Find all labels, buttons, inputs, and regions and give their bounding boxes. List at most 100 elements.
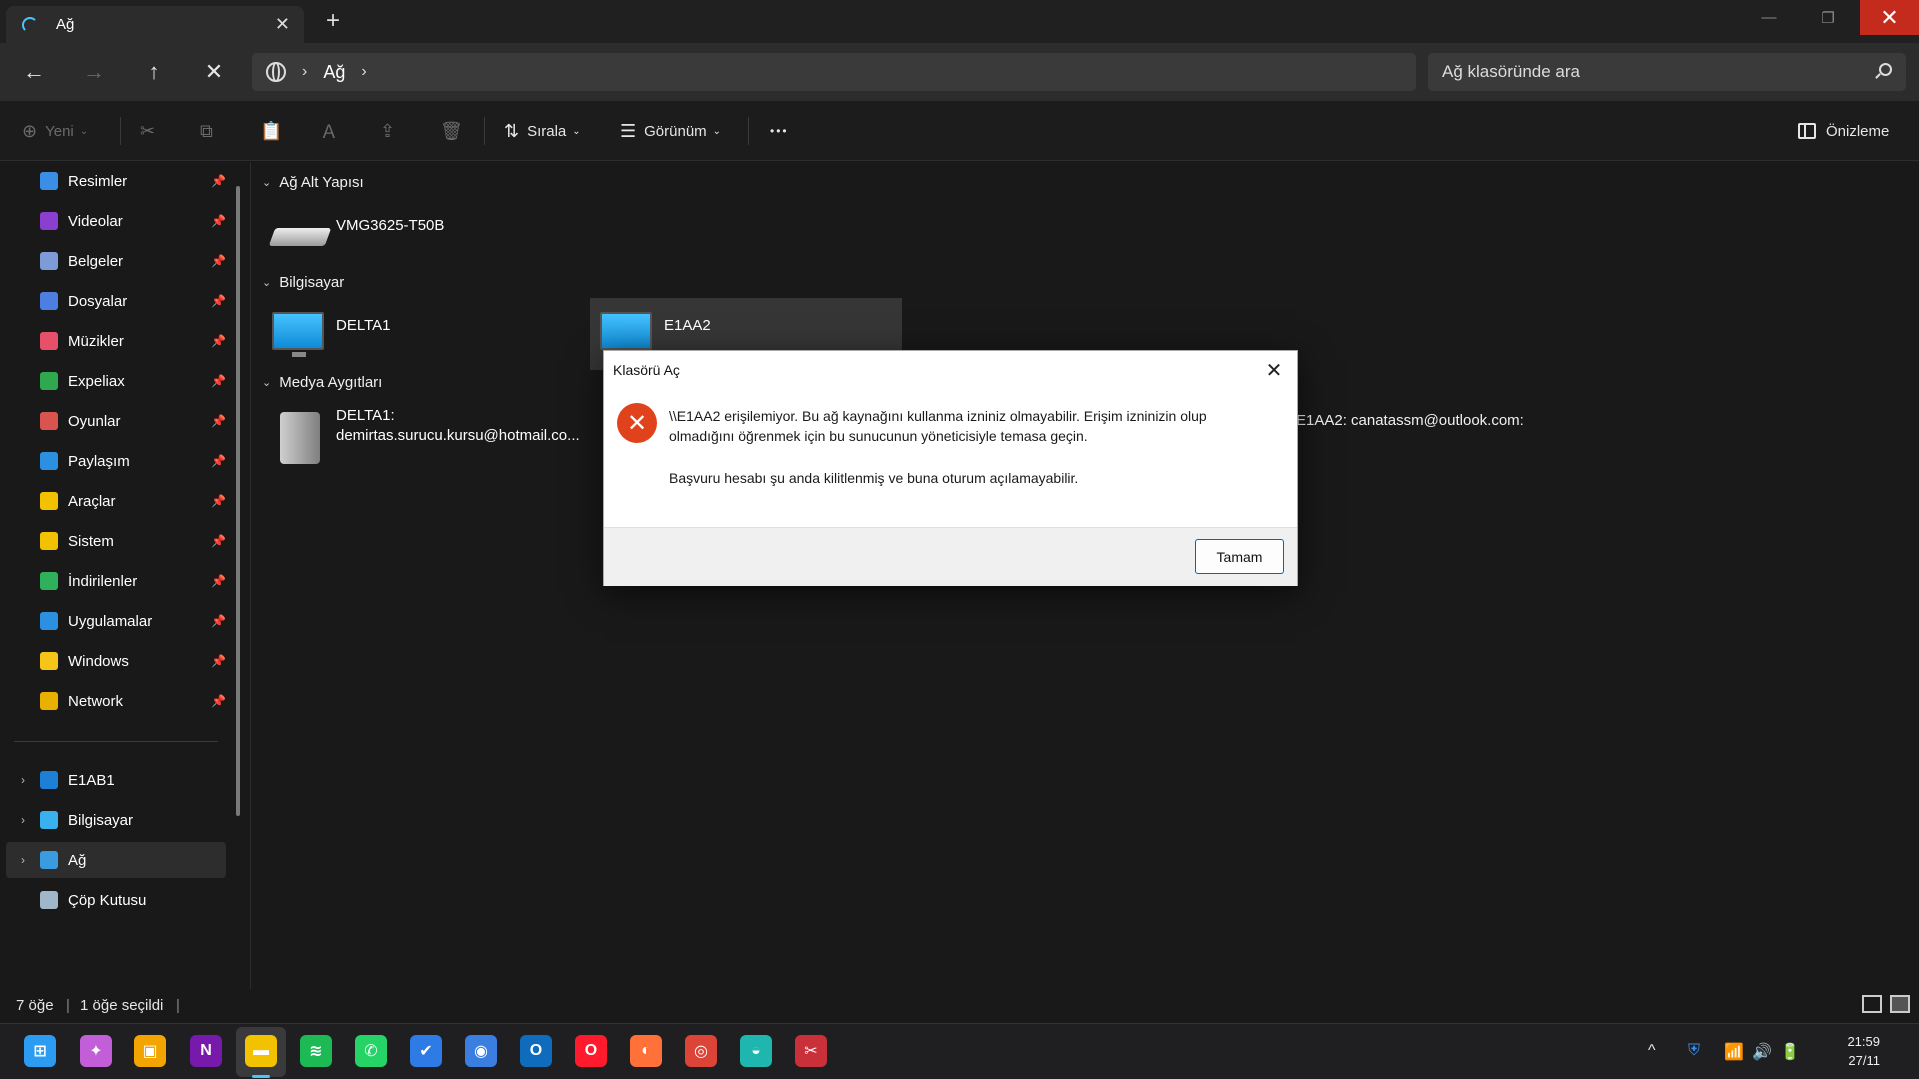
sidebar-item-0[interactable]: Resimler 📌 (40, 164, 230, 198)
cut-button[interactable]: ✂ (140, 117, 163, 145)
battery-icon[interactable]: 🔋 (1780, 1042, 1800, 1062)
sidebar-item-8[interactable]: Araçlar 📌 (40, 484, 230, 518)
copy-button[interactable]: ⧉ (200, 117, 221, 145)
dialog-body: ✕ \\E1AA2 erişilemiyor. Bu ağ kaynağını … (604, 389, 1297, 527)
group-header-computers[interactable]: ⌄ Bilgisayar (262, 274, 344, 291)
media-tile-delta1[interactable]: DELTA1: demirtas.surucu.kursu@hotmail.co… (262, 406, 580, 478)
media-tile-e1aa2-label[interactable]: E1AA2: canatassm@outlook.com: (1296, 412, 1524, 429)
sidebar-item-11[interactable]: Uygulamalar 📌 (40, 604, 230, 638)
tiles-view-icon[interactable] (1890, 995, 1910, 1013)
spotify-icon[interactable]: ≋ (300, 1035, 332, 1067)
sidebar-item-10[interactable]: İndirilenler 📌 (40, 564, 230, 598)
close-window-button[interactable]: ✕ (1860, 0, 1919, 35)
volume-icon[interactable]: 🔊 (1752, 1042, 1772, 1062)
pin-icon[interactable]: 📌 (211, 614, 226, 628)
whatsapp-icon[interactable]: ✆ (355, 1035, 387, 1067)
pin-icon[interactable]: 📌 (211, 574, 226, 588)
paste-button[interactable]: 📋 (260, 117, 290, 145)
tree-item-0[interactable]: › E1AB1 (6, 762, 226, 798)
chevron-right-icon[interactable]: › (6, 813, 40, 827)
maximize-button[interactable]: ❐ (1799, 0, 1857, 35)
ok-button[interactable]: Tamam (1195, 539, 1284, 574)
sidebar-item-3[interactable]: Dosyalar 📌 (40, 284, 230, 318)
pin-icon[interactable]: 📌 (211, 294, 226, 308)
outlook-icon[interactable]: O (520, 1035, 552, 1067)
security-shield-icon[interactable]: ⛨ (1688, 1042, 1700, 1060)
sidebar-item-1[interactable]: Videolar 📌 (40, 204, 230, 238)
dialog-close-button[interactable]: ✕ (1259, 355, 1289, 385)
opera-icon[interactable]: O (575, 1035, 607, 1067)
sidebar-item-13[interactable]: Network 📌 (40, 684, 230, 718)
sidebar-item-12[interactable]: Windows 📌 (40, 644, 230, 678)
breadcrumb-chevron-icon[interactable]: › (361, 63, 366, 81)
more-options-button[interactable]: ••• (770, 117, 789, 145)
tree-item-1[interactable]: › Bilgisayar (6, 802, 226, 838)
stop-loading-button[interactable]: ✕ (198, 56, 230, 88)
sort-button[interactable]: ⇅ Sırala ⌄ (504, 117, 581, 145)
tab-network[interactable]: Ağ ✕ (6, 6, 304, 43)
chat-icon[interactable]: ◉ (465, 1035, 497, 1067)
breadcrumb-chevron-icon[interactable]: › (302, 63, 307, 81)
clock[interactable]: 21:59 27/11 (1810, 1032, 1880, 1070)
firefox-icon[interactable]: ◐ (630, 1035, 662, 1067)
pin-icon[interactable]: 📌 (211, 654, 226, 668)
onenote-icon[interactable]: N (190, 1035, 222, 1067)
sidebar-scrollbar[interactable] (236, 186, 240, 816)
store-icon[interactable]: ▣ (134, 1035, 166, 1067)
pin-icon[interactable]: 📌 (211, 374, 226, 388)
start-icon[interactable]: ⊞ (24, 1035, 56, 1067)
snipping-icon[interactable]: ✂ (795, 1035, 827, 1067)
details-view-icon[interactable] (1862, 995, 1882, 1013)
search-input[interactable]: Ağ klasöründe ara (1428, 53, 1906, 91)
open-folder-error-dialog: Klasörü Aç ✕ ✕ \\E1AA2 erişilemiyor. Bu … (603, 350, 1298, 586)
back-button[interactable]: ← (18, 56, 50, 88)
tray-chevron-icon[interactable]: ^ (1648, 1042, 1656, 1060)
pane-divider[interactable] (250, 162, 251, 989)
pin-icon[interactable]: 📌 (211, 174, 226, 188)
preview-pane-button[interactable]: Önizleme (1798, 117, 1889, 145)
pin-icon[interactable]: 📌 (211, 334, 226, 348)
sidebar-item-5[interactable]: Expeliax 📌 (40, 364, 230, 398)
sidebar-item-4[interactable]: Müzikler 📌 (40, 324, 230, 358)
minimize-button[interactable]: — (1740, 0, 1798, 35)
todo-icon[interactable]: ✔ (410, 1035, 442, 1067)
pin-icon[interactable]: 📌 (211, 254, 226, 268)
sidebar-item-6[interactable]: Oyunlar 📌 (40, 404, 230, 438)
group-header-infrastructure[interactable]: ⌄ Ağ Alt Yapısı (262, 174, 364, 191)
view-button[interactable]: ☰ Görünüm ⌄ (620, 117, 721, 145)
sidebar-item-9[interactable]: Sistem 📌 (40, 524, 230, 558)
sidebar-item-2[interactable]: Belgeler 📌 (40, 244, 230, 278)
pin-icon[interactable]: 📌 (211, 414, 226, 428)
edge-icon[interactable]: ◒ (740, 1035, 772, 1067)
computer-tile-delta1[interactable]: DELTA1 (262, 306, 574, 370)
tree-item-2[interactable]: › Ağ (6, 842, 226, 878)
chevron-right-icon[interactable]: › (6, 773, 40, 787)
group-header-media-devices[interactable]: ⌄ Medya Aygıtları (262, 374, 382, 391)
sidebar-item-7[interactable]: Paylaşım 📌 (40, 444, 230, 478)
pin-icon[interactable]: 📌 (211, 214, 226, 228)
forward-button[interactable]: → (78, 56, 110, 88)
address-bar[interactable]: › Ağ › (252, 53, 1416, 91)
up-button[interactable]: ↑ (138, 56, 170, 88)
rename-button[interactable]: Ａ (320, 117, 346, 145)
pin-icon[interactable]: 📌 (211, 534, 226, 548)
new-button[interactable]: ⊕ Yeni ⌄ (22, 117, 88, 145)
search-icon[interactable] (1879, 63, 1892, 76)
title-bar: Ağ ✕ + — ❐ ✕ (0, 0, 1919, 43)
copilot-icon[interactable]: ✦ (80, 1035, 112, 1067)
device-tile-router[interactable]: VMG3625-T50B (262, 206, 574, 270)
sidebar-item-label: Belgeler (68, 252, 124, 270)
pin-icon[interactable]: 📌 (211, 694, 226, 708)
new-tab-button[interactable]: + (326, 7, 340, 35)
share-button[interactable]: ⇪ (380, 117, 403, 145)
tab-close-icon[interactable]: ✕ (275, 14, 290, 35)
pin-icon[interactable]: 📌 (211, 454, 226, 468)
wifi-icon[interactable]: 📶 (1724, 1042, 1744, 1062)
delete-button[interactable]: 🗑 (440, 117, 471, 145)
breadcrumb-network[interactable]: Ağ (323, 62, 345, 83)
tree-item-3[interactable]: Çöp Kutusu (6, 882, 226, 918)
chevron-right-icon[interactable]: › (6, 853, 40, 867)
chrome-icon[interactable]: ◎ (685, 1035, 717, 1067)
explorer-icon[interactable]: ▬ (245, 1035, 277, 1067)
pin-icon[interactable]: 📌 (211, 494, 226, 508)
